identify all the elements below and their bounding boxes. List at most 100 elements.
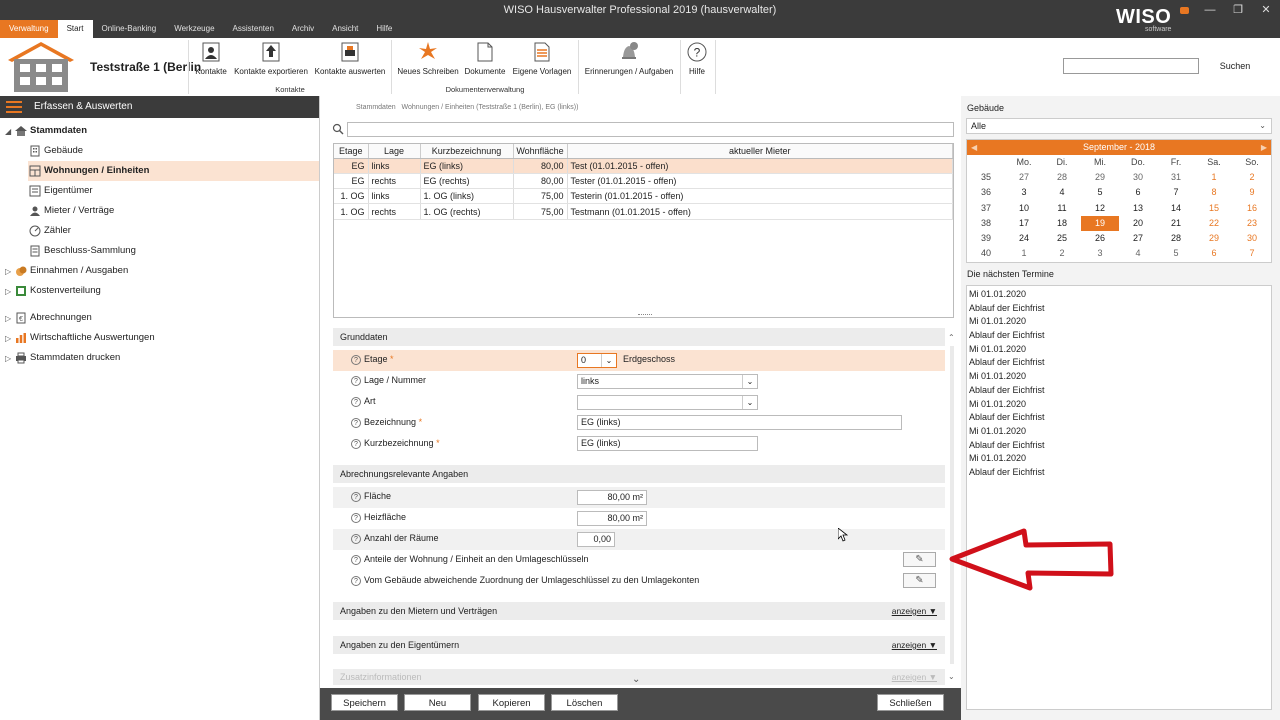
breadcrumb-root[interactable]: Stammdaten [356, 104, 396, 111]
calendar-day[interactable]: 5 [1081, 185, 1119, 200]
calendar-day[interactable]: 10 [1005, 201, 1043, 216]
bezeichnung-input[interactable]: EG (links) [577, 415, 902, 430]
calendar-day[interactable]: 13 [1119, 201, 1157, 216]
tab-assistenten[interactable]: Assistenten [224, 20, 283, 38]
appointment-date[interactable]: Mi 01.01.2020 [969, 288, 1269, 302]
calendar-day[interactable]: 21 [1157, 216, 1195, 231]
appointment-title[interactable]: Ablauf der Eichfrist [969, 411, 1269, 425]
nav-item-auswertungen[interactable]: Wirtschaftliche Auswertungen [15, 328, 155, 348]
expand-arrow-icon[interactable]: ▷ [5, 287, 11, 296]
calendar-day[interactable]: 27 [1005, 170, 1043, 185]
tab-verwaltung[interactable]: Verwaltung [0, 20, 58, 38]
calendar-day[interactable]: 27 [1119, 231, 1157, 246]
chevron-down-icon[interactable]: ⌄ [632, 674, 640, 685]
calendar-day[interactable]: 30 [1233, 231, 1271, 246]
help-icon[interactable]: ? [351, 376, 361, 386]
calendar-day[interactable]: 14 [1157, 201, 1195, 216]
nav-item-stammdaten[interactable]: Stammdaten [15, 121, 87, 141]
appointment-date[interactable]: Mi 01.01.2020 [969, 370, 1269, 384]
calendar-day[interactable]: 28 [1043, 170, 1081, 185]
nav-item-mieter[interactable]: Mieter / Verträge [29, 201, 114, 221]
column-header-etage[interactable]: Etage [334, 144, 369, 159]
calendar-day[interactable]: 24 [1005, 231, 1043, 246]
calendar-day[interactable]: 8 [1195, 185, 1233, 200]
kontakte-auswerten-button[interactable]: Kontakte auswerten [314, 42, 386, 76]
appointment-date[interactable]: Mi 01.01.2020 [969, 343, 1269, 357]
calendar-day[interactable]: 4 [1043, 185, 1081, 200]
collapse-arrow-icon[interactable]: ◢ [5, 127, 11, 136]
expand-arrow-icon[interactable]: ▷ [5, 267, 11, 276]
calendar-day[interactable]: 22 [1195, 216, 1233, 231]
chevron-down-icon[interactable]: ⌄ [601, 354, 616, 367]
search-button[interactable]: Suchen [1203, 58, 1267, 74]
appointment-title[interactable]: Ablauf der Eichfrist [969, 329, 1269, 343]
nav-item-wohnungen[interactable]: Wohnungen / Einheiten [28, 161, 319, 181]
help-icon[interactable]: ? [351, 555, 361, 565]
erinnerungen-button[interactable]: Erinnerungen / Aufgaben [583, 42, 675, 76]
table-row[interactable]: EG rechts EG (rechts) 80,00 Tester (01.0… [334, 173, 953, 190]
flaeche-input[interactable]: 80,00 m² [577, 490, 647, 505]
calendar-day[interactable]: 31 [1157, 170, 1195, 185]
nav-item-abrechnungen[interactable]: € Abrechnungen [15, 308, 92, 328]
calendar-day[interactable]: 1 [1195, 170, 1233, 185]
calendar-day[interactable]: 4 [1119, 246, 1157, 261]
kontakte-button[interactable]: Kontakte [194, 42, 228, 76]
delete-button[interactable]: Löschen [551, 694, 618, 711]
tab-hilfe[interactable]: Hilfe [367, 20, 401, 38]
kurzbezeichnung-input[interactable]: EG (links) [577, 436, 758, 451]
calendar-day[interactable]: 17 [1005, 216, 1043, 231]
appointment-title[interactable]: Ablauf der Eichfrist [969, 356, 1269, 370]
column-header-lage[interactable]: Lage [368, 144, 421, 159]
nav-item-einnahmen[interactable]: Einnahmen / Ausgaben [15, 261, 128, 281]
lage-select[interactable]: links ⌄ [577, 374, 758, 389]
gebaeude-select[interactable]: Alle ⌄ [966, 118, 1272, 134]
calendar-prev-icon[interactable]: ◀ [971, 140, 977, 155]
neues-schreiben-button[interactable]: Neues Schreiben [397, 42, 459, 76]
calendar-day[interactable]: 29 [1195, 231, 1233, 246]
heizflaeche-input[interactable]: 80,00 m² [577, 511, 647, 526]
close-button[interactable]: ✕ [1252, 0, 1280, 20]
column-header-mieter[interactable]: aktueller Mieter [567, 144, 953, 159]
filter-input[interactable] [347, 122, 954, 137]
scroll-up-icon[interactable]: ⌃ [948, 333, 955, 342]
calendar-day[interactable]: 28 [1157, 231, 1195, 246]
expand-arrow-icon[interactable]: ▷ [5, 314, 11, 323]
raeume-input[interactable]: 0,00 [577, 532, 615, 547]
calendar-day[interactable]: 9 [1233, 185, 1271, 200]
calendar-day[interactable]: 16 [1233, 201, 1271, 216]
calendar-next-icon[interactable]: ▶ [1261, 140, 1267, 155]
close-view-button[interactable]: Schließen [877, 694, 944, 711]
column-header-wohnflaeche[interactable]: Wohnfläche [513, 144, 568, 159]
chevron-down-icon[interactable]: ⌄ [742, 396, 757, 409]
calendar-day[interactable]: 12 [1081, 201, 1119, 216]
appointment-title[interactable]: Ablauf der Eichfrist [969, 384, 1269, 398]
art-select[interactable]: ⌄ [577, 395, 758, 410]
calendar-day[interactable]: 7 [1157, 185, 1195, 200]
scroll-down-icon[interactable]: ⌄ [948, 672, 955, 681]
eigene-vorlagen-button[interactable]: Eigene Vorlagen [511, 42, 573, 76]
nav-item-gebaeude[interactable]: Gebäude [29, 141, 83, 161]
nav-item-stammdaten-drucken[interactable]: Stammdaten drucken [15, 348, 120, 368]
calendar-day[interactable]: 5 [1157, 246, 1195, 261]
appointment-title[interactable]: Ablauf der Eichfrist [969, 302, 1269, 316]
expand-arrow-icon[interactable]: ▷ [5, 334, 11, 343]
calendar-day[interactable]: 6 [1195, 246, 1233, 261]
appointment-date[interactable]: Mi 01.01.2020 [969, 452, 1269, 466]
new-button[interactable]: Neu [404, 694, 471, 711]
calendar-day[interactable]: 20 [1119, 216, 1157, 231]
table-row[interactable]: 1. OG links 1. OG (links) 75,00 Testerin… [334, 188, 953, 205]
help-icon[interactable]: ? [351, 397, 361, 407]
calendar-day[interactable]: 2 [1043, 246, 1081, 261]
calendar-day[interactable]: 30 [1119, 170, 1157, 185]
calendar-day[interactable]: 29 [1081, 170, 1119, 185]
vertical-scrollbar[interactable] [950, 346, 954, 664]
calendar-day[interactable]: 11 [1043, 201, 1081, 216]
tab-werkzeuge[interactable]: Werkzeuge [165, 20, 223, 38]
appointment-title[interactable]: Ablauf der Eichfrist [969, 439, 1269, 453]
show-zusatz-link[interactable]: anzeigen ▼ [892, 669, 937, 685]
minimize-button[interactable]: — [1196, 0, 1224, 20]
help-icon[interactable]: ? [351, 355, 361, 365]
tab-ansicht[interactable]: Ansicht [323, 20, 367, 38]
help-icon[interactable]: ? [351, 439, 361, 449]
appointment-date[interactable]: Mi 01.01.2020 [969, 398, 1269, 412]
